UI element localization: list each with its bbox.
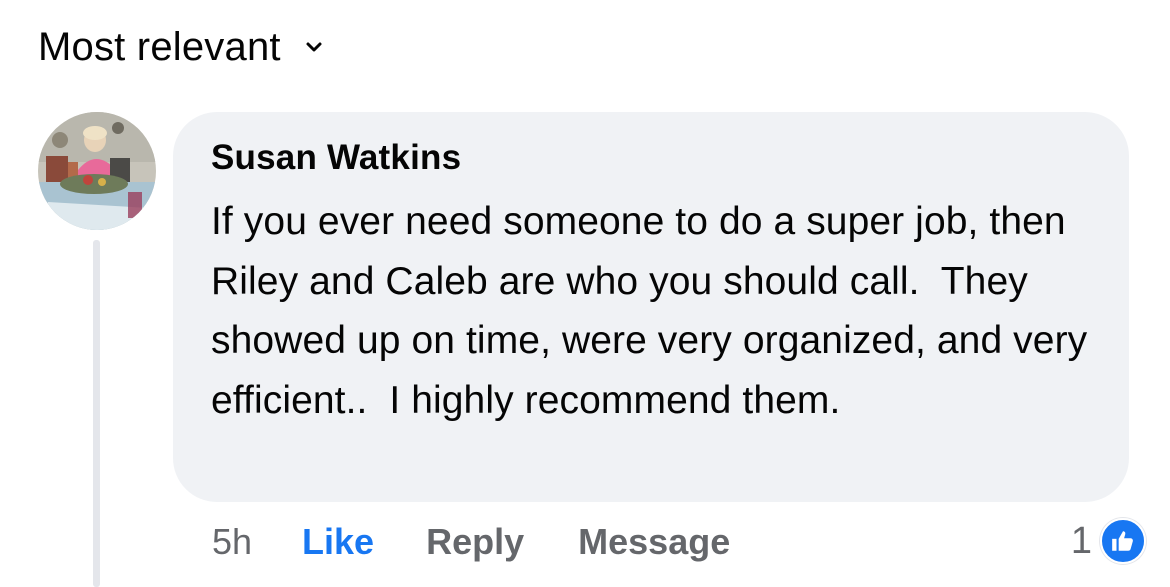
like-button[interactable]: Like xyxy=(302,521,374,563)
comment-actions: 5h Like Reply Message xyxy=(212,518,730,566)
chevron-down-icon xyxy=(306,42,322,52)
message-button[interactable]: Message xyxy=(578,521,730,563)
thumbs-up-icon xyxy=(1100,518,1146,564)
comment-timestamp[interactable]: 5h xyxy=(212,521,252,563)
reaction-summary[interactable]: 1 xyxy=(1071,514,1146,568)
comment-author[interactable]: Susan Watkins xyxy=(211,136,1091,180)
sort-label: Most relevant xyxy=(38,24,281,69)
avatar[interactable] xyxy=(38,112,156,230)
thread-line xyxy=(93,240,100,587)
sort-dropdown[interactable]: Most relevant xyxy=(38,22,323,72)
reaction-count: 1 xyxy=(1070,519,1092,562)
reply-button[interactable]: Reply xyxy=(426,521,524,563)
comment-text: If you ever need someone to do a super j… xyxy=(211,200,1099,422)
comment-bubble: Susan Watkins If you ever need someone t… xyxy=(173,112,1129,502)
profile-photo xyxy=(38,112,156,230)
